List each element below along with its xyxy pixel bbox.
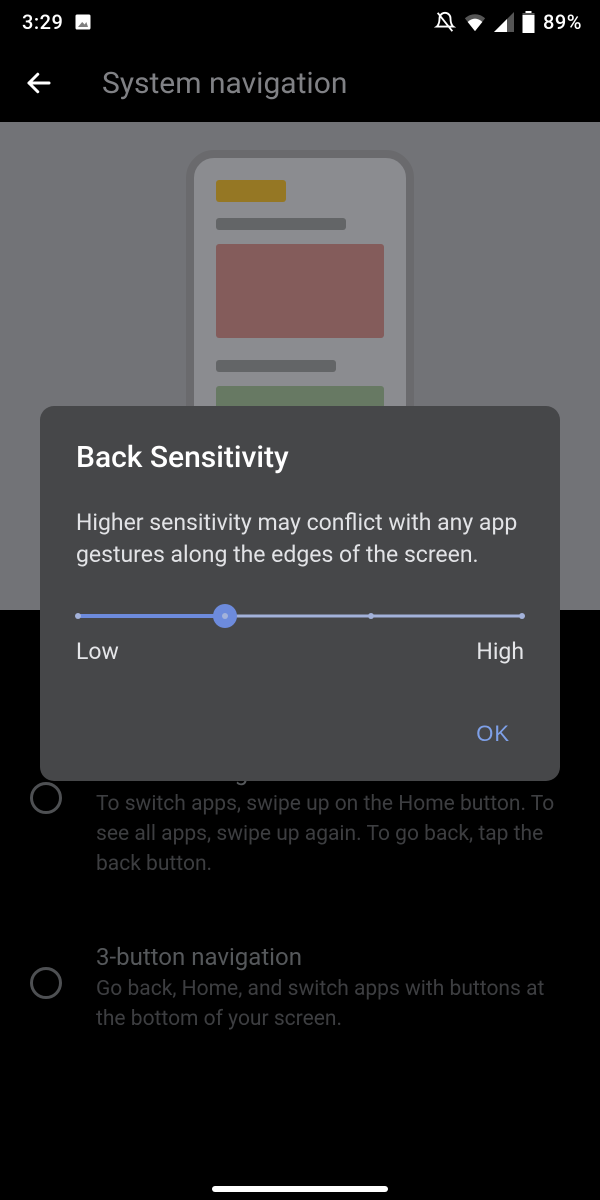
status-left: 3:29 <box>22 10 93 34</box>
dialog-actions: OK <box>76 711 524 757</box>
dialog-title: Back Sensitivity <box>76 440 524 475</box>
slider-low-label: Low <box>76 638 119 665</box>
gesture-nav-pill[interactable] <box>212 1186 388 1192</box>
app-bar: System navigation <box>0 44 600 122</box>
back-sensitivity-dialog: Back Sensitivity Higher sensitivity may … <box>40 406 560 781</box>
status-right: 89% <box>434 10 582 34</box>
back-button[interactable] <box>18 62 60 104</box>
slider-fill <box>78 614 225 618</box>
sensitivity-slider[interactable] <box>78 604 522 628</box>
page-title: System navigation <box>102 66 347 101</box>
status-time: 3:29 <box>22 10 63 34</box>
slider-tick <box>222 613 228 619</box>
slider-high-label: High <box>476 638 524 665</box>
dialog-body: Higher sensitivity may conflict with any… <box>76 507 524 570</box>
slider-tick <box>519 613 525 619</box>
slider-tick <box>368 613 374 619</box>
status-bar: 3:29 89% <box>0 0 600 44</box>
slider-tick <box>75 613 81 619</box>
slider-labels: Low High <box>76 638 524 665</box>
ok-button[interactable]: OK <box>462 711 524 757</box>
bell-off-icon <box>434 11 456 33</box>
battery-percent: 89% <box>543 10 582 34</box>
image-icon <box>73 12 93 32</box>
battery-icon <box>522 11 535 33</box>
cell-signal-icon <box>494 12 514 32</box>
wifi-icon <box>464 12 486 32</box>
